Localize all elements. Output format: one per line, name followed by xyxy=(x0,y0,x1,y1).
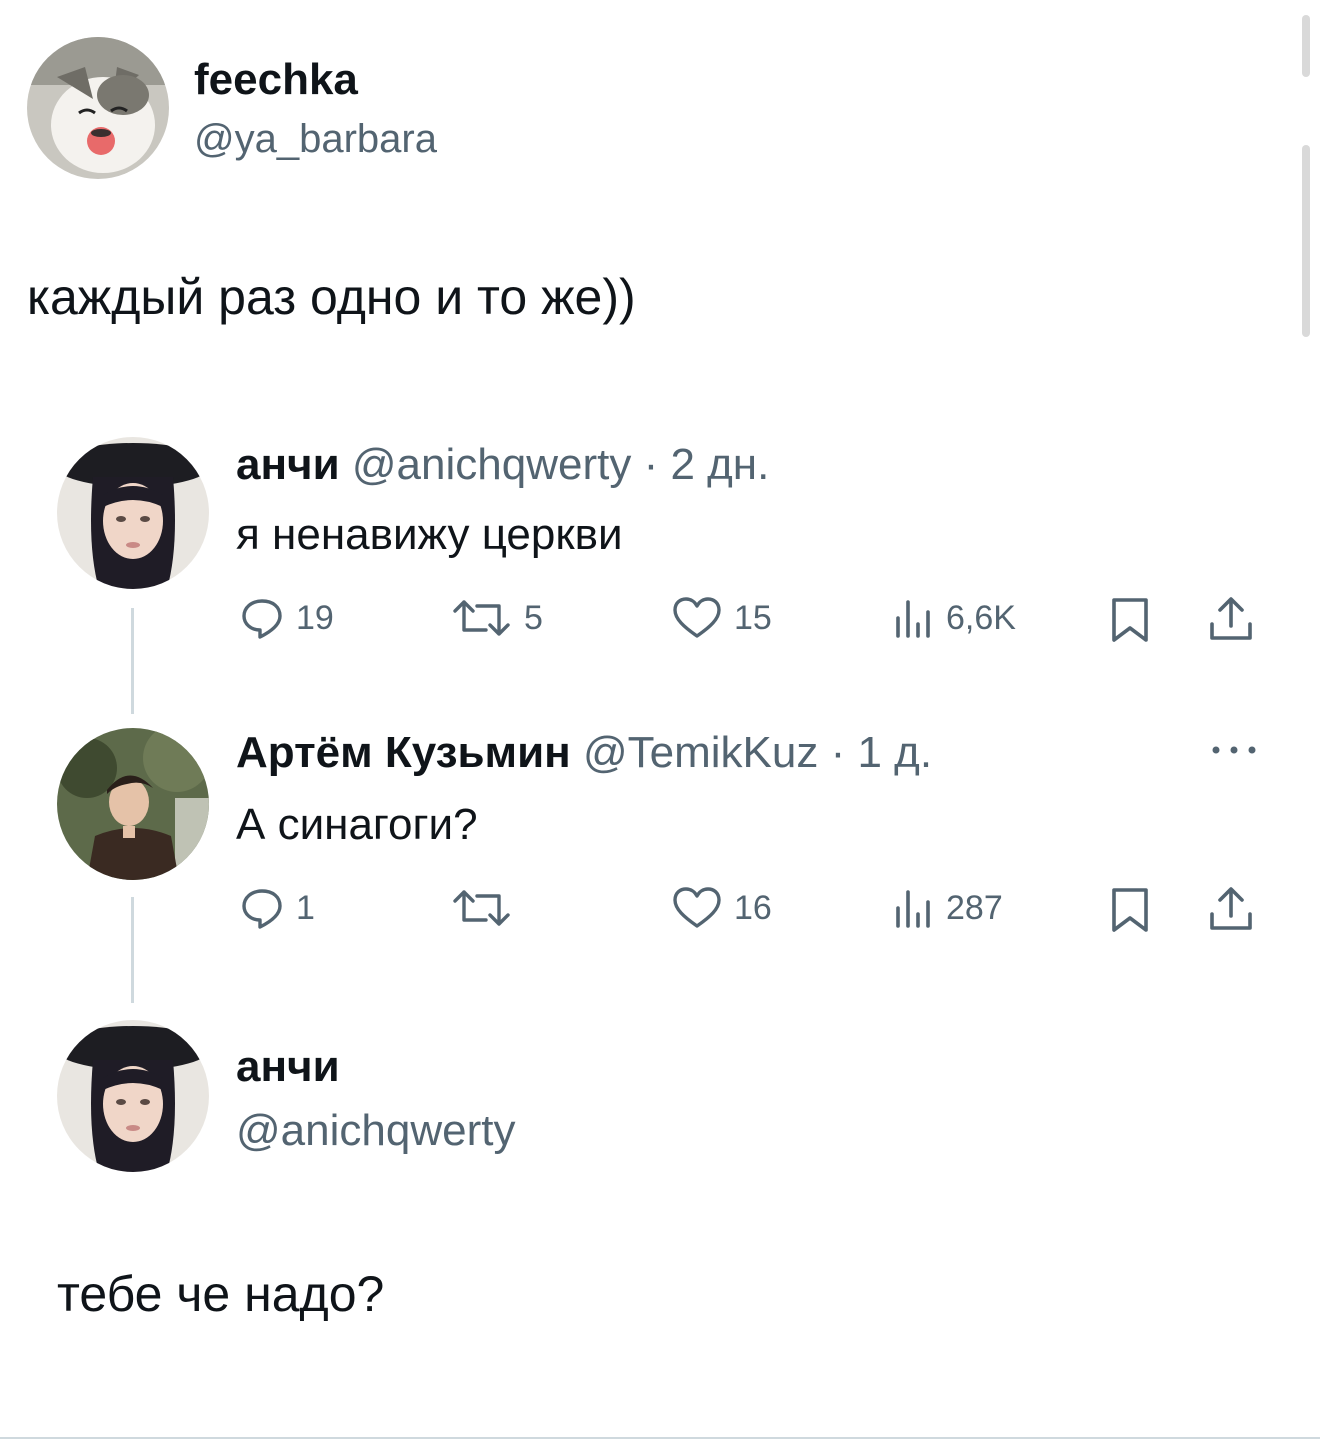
tweet1-reply-count: 19 xyxy=(296,598,334,637)
anchi-avatar-image xyxy=(57,1020,209,1172)
tweet1-time[interactable]: · 2 дн. xyxy=(644,440,770,489)
thread-line-2 xyxy=(131,897,134,1003)
tweet2-reply-button[interactable]: 1 xyxy=(240,886,315,930)
tweet1-header: анчи @anichqwerty · 2 дн. xyxy=(236,440,769,490)
tweet2-time[interactable]: · 1 д. xyxy=(831,728,932,777)
tweet1-repost-button[interactable]: 5 xyxy=(452,596,543,640)
bookmark-icon xyxy=(1112,888,1148,932)
views-icon xyxy=(896,890,930,928)
tweet1-views-button[interactable]: 6,6K xyxy=(890,596,1016,640)
reply-text: тебе че надо? xyxy=(57,1266,385,1322)
like-icon xyxy=(673,887,721,928)
tweet1-handle[interactable]: @anichqwerty xyxy=(352,440,631,489)
tweet1-repost-count: 5 xyxy=(524,598,543,637)
tweet2-like-button[interactable]: 16 xyxy=(672,886,772,930)
views-icon xyxy=(896,600,930,638)
reply-author-name[interactable]: анчи xyxy=(236,1042,340,1092)
reply-icon xyxy=(242,599,282,639)
bookmark-icon xyxy=(1112,598,1148,642)
share-icon xyxy=(1210,597,1252,640)
main-handle[interactable]: @ya_barbara xyxy=(194,117,437,162)
artem-avatar[interactable] xyxy=(57,728,209,880)
share-icon xyxy=(1210,887,1252,930)
tweet2-repost-button[interactable] xyxy=(452,886,524,930)
tweet2-display-name[interactable]: Артём Кузьмин xyxy=(236,728,571,777)
tweet1-like-button[interactable]: 15 xyxy=(672,596,772,640)
scrollbar-top[interactable] xyxy=(1302,15,1310,77)
tweet1-display-name[interactable]: анчи xyxy=(236,440,340,489)
tweet2-text: А синагоги? xyxy=(236,800,478,849)
reply-author-avatar[interactable] xyxy=(57,1020,209,1172)
more-dots-icon xyxy=(1212,746,1256,754)
main-post-text: каждый раз одно и то же)) xyxy=(27,269,636,325)
main-avatar[interactable] xyxy=(27,37,169,179)
repost-icon xyxy=(453,600,510,636)
like-icon xyxy=(673,597,721,638)
tweet2-bookmark-button[interactable] xyxy=(1108,886,1152,934)
tweet2-views-count: 287 xyxy=(946,888,1003,927)
anchi-avatar-image xyxy=(57,437,209,589)
cat-avatar xyxy=(27,37,169,179)
tweet2-views-button[interactable]: 287 xyxy=(890,886,1003,930)
repost-icon xyxy=(453,890,510,926)
tweet2-more-button[interactable] xyxy=(1210,742,1258,763)
tweet2-share-button[interactable] xyxy=(1208,884,1254,932)
tweet2-reply-count: 1 xyxy=(296,888,315,927)
tweet1-views-count: 6,6K xyxy=(946,598,1016,637)
tweet2-like-count: 16 xyxy=(734,888,772,927)
tweet1-reply-button[interactable]: 19 xyxy=(240,596,334,640)
tweet1-text: я ненавижу церкви xyxy=(236,510,623,559)
scrollbar-thumb[interactable] xyxy=(1302,145,1310,337)
tweet1-share-button[interactable] xyxy=(1208,594,1254,642)
artem-avatar-image xyxy=(57,728,209,880)
anchi-avatar[interactable] xyxy=(57,437,209,589)
tweet2-handle[interactable]: @TemikKuz xyxy=(583,728,818,777)
tweet1-like-count: 15 xyxy=(734,598,772,637)
tweet1-bookmark-button[interactable] xyxy=(1108,596,1152,644)
reply-author-handle[interactable]: @anichqwerty xyxy=(236,1106,515,1156)
reply-icon xyxy=(242,889,282,929)
main-display-name[interactable]: feechka xyxy=(194,55,358,105)
bottom-divider xyxy=(0,1437,1320,1439)
tweet2-header: Артём Кузьмин @TemikKuz · 1 д. xyxy=(236,728,932,778)
thread-line-1 xyxy=(131,608,134,714)
